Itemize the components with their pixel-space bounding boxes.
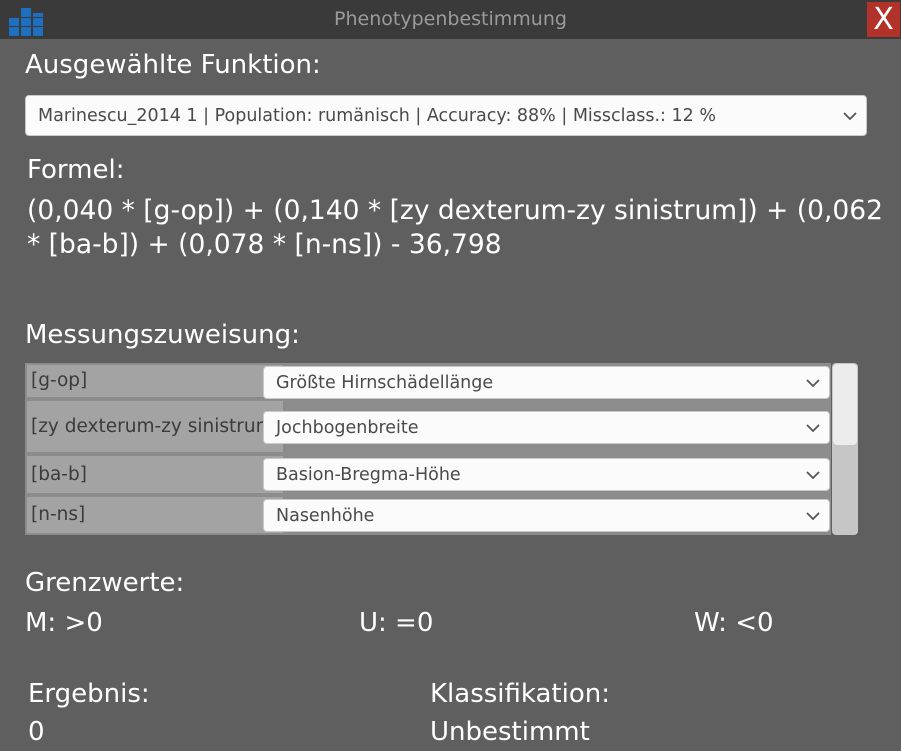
- measurement-assignment-heading: Messungszuweisung:: [25, 320, 300, 350]
- measurement-dropdown[interactable]: Nasenhöhe: [263, 499, 830, 532]
- measurement-dropdown-value: Größte Hirnschädellänge: [276, 372, 494, 393]
- chevron-down-icon: [806, 511, 820, 520]
- table-scrollbar[interactable]: [832, 363, 858, 535]
- classification-value: Unbestimmt: [430, 717, 590, 747]
- result-heading: Ergebnis:: [28, 679, 150, 709]
- window-title: Phenotypenbestimmung: [334, 8, 567, 30]
- title-bar: Phenotypenbestimmung X: [0, 0, 901, 39]
- selected-function-heading: Ausgewählte Funktion:: [25, 50, 321, 80]
- close-button[interactable]: X: [867, 2, 900, 37]
- variable-label: [g-op]: [27, 365, 283, 397]
- measurement-assignment-table: [g-op] Größte Hirnschädellänge [zy dexte…: [25, 363, 831, 535]
- table-row: [zy dexterum-zy sinistrum] Jochbogenbrei…: [25, 399, 831, 454]
- threshold-m: M: >0: [25, 608, 103, 638]
- function-dropdown[interactable]: Marinescu_2014 1 | Population: rumänisch…: [25, 95, 867, 136]
- table-row: [ba-b] Basion-Bregma-Höhe: [25, 454, 831, 495]
- measurement-dropdown[interactable]: Jochbogenbreite: [263, 411, 830, 444]
- threshold-u: U: =0: [359, 608, 434, 638]
- chevron-down-icon: [806, 423, 820, 432]
- measurement-dropdown-value: Jochbogenbreite: [276, 417, 419, 438]
- measurement-dropdown[interactable]: Größte Hirnschädellänge: [263, 366, 830, 399]
- function-dropdown-value: Marinescu_2014 1 | Population: rumänisch…: [38, 105, 716, 126]
- measurement-dropdown[interactable]: Basion-Bregma-Höhe: [263, 458, 830, 491]
- measurement-dropdown-value: Nasenhöhe: [276, 505, 375, 526]
- variable-label: [zy dexterum-zy sinistrum]: [27, 401, 283, 452]
- thresholds-heading: Grenzwerte:: [25, 568, 185, 598]
- formula-text: (0,040 * [g-op]) + (0,140 * [zy dexterum…: [27, 195, 884, 260]
- variable-label: [n-ns]: [27, 497, 283, 533]
- classification-heading: Klassifikation:: [430, 679, 610, 709]
- formula-heading: Formel:: [27, 155, 125, 185]
- table-row: [n-ns] Nasenhöhe: [25, 495, 831, 535]
- variable-label: [ba-b]: [27, 456, 283, 493]
- threshold-w: W: <0: [694, 608, 774, 638]
- scrollbar-thumb[interactable]: [833, 364, 857, 445]
- table-row: [g-op] Größte Hirnschädellänge: [25, 363, 831, 399]
- result-value: 0: [28, 717, 45, 747]
- chevron-down-icon: [806, 470, 820, 479]
- chevron-down-icon: [843, 111, 857, 120]
- measurement-dropdown-value: Basion-Bregma-Höhe: [276, 464, 461, 485]
- chevron-down-icon: [806, 378, 820, 387]
